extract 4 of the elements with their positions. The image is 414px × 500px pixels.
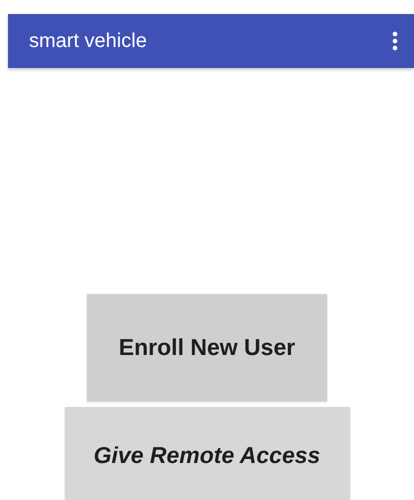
app-title: smart vehicle — [29, 30, 147, 52]
action-button[interactable]: Enroll New User — [87, 294, 327, 401]
action-button[interactable]: Give Remote Access — [64, 407, 350, 500]
more-icon[interactable] — [392, 31, 398, 51]
